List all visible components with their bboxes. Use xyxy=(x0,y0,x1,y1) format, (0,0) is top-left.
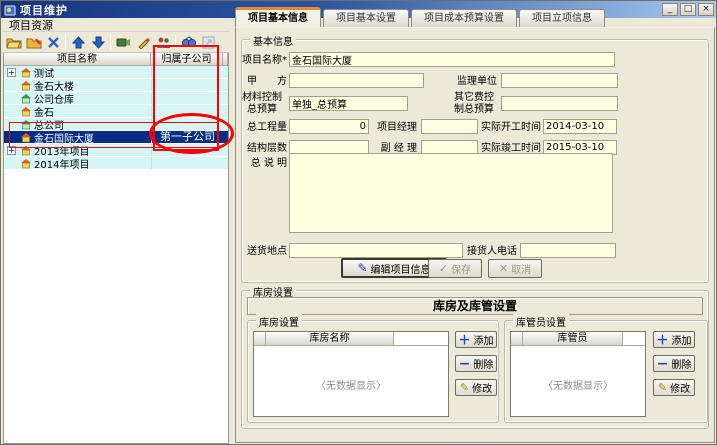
delivery-place-field[interactable] xyxy=(289,243,463,258)
expand-icon[interactable]: + xyxy=(7,146,16,155)
tab-project-approval-info[interactable]: 项目立项信息 xyxy=(519,9,605,27)
check-icon: ✓ xyxy=(439,262,448,275)
edit-note-icon: ✎ xyxy=(658,383,667,393)
party-a-field[interactable] xyxy=(289,73,424,88)
actual-start-label: 实际开工时间 xyxy=(479,122,541,134)
tree-row-company-warehouse[interactable]: 公司仓库 xyxy=(4,92,228,105)
minus-icon: − xyxy=(459,359,471,369)
app-window: 项目维护 _ □ × 项目资源 项目名称 归属子公司 + xyxy=(0,0,717,445)
floors-label: 结构层数 xyxy=(237,143,287,155)
keeper-modify-button[interactable]: ✎修改 xyxy=(653,379,695,396)
minus-icon: − xyxy=(657,359,669,369)
supervisor-field[interactable] xyxy=(501,73,618,88)
save-button[interactable]: ✓保存 xyxy=(428,259,482,278)
material-budget-field[interactable] xyxy=(289,96,408,111)
pen-icon: ✎ xyxy=(357,261,367,275)
warehouse-left-title: 库房设置 xyxy=(256,314,302,329)
search-icon[interactable] xyxy=(179,34,198,51)
house-icon xyxy=(20,158,32,169)
toolbar-separator xyxy=(65,35,66,50)
no-data-text: 〈无数据显示〉 xyxy=(254,377,448,392)
toolbar-separator xyxy=(175,35,176,50)
house-icon xyxy=(20,67,32,78)
project-manager-label: 项目经理 xyxy=(373,122,417,134)
other-budget-field[interactable] xyxy=(501,96,618,111)
users-icon[interactable] xyxy=(154,34,173,51)
house-icon xyxy=(20,80,32,91)
export-icon[interactable] xyxy=(199,34,218,51)
camera-icon[interactable] xyxy=(114,34,133,51)
keeper-group-title: 库管员设置 xyxy=(513,314,569,329)
house-icon xyxy=(20,106,32,117)
subsidiary-value: 第一子公司 xyxy=(151,131,223,143)
total-quantity-field[interactable] xyxy=(289,119,369,134)
delete-icon[interactable] xyxy=(44,34,63,51)
window-title: 项目维护 xyxy=(20,2,68,18)
keeper-remove-button[interactable]: −删除 xyxy=(653,355,695,372)
project-name-label: 项目名称* xyxy=(233,55,287,67)
total-quantity-label: 总工程量 xyxy=(237,122,287,134)
plus-icon: ＋ xyxy=(458,335,470,345)
warehouse-add-button[interactable]: ＋添加 xyxy=(455,331,497,348)
project-tree: 项目名称 归属子公司 + 测试 金石大楼 公司仓库 xyxy=(3,53,229,444)
warehouse-banner: 库房及库管设置 xyxy=(247,297,703,315)
house-icon xyxy=(20,145,32,156)
toolbar xyxy=(3,32,229,53)
receiver-phone-label: 接货人电话 xyxy=(463,246,517,258)
tree-row-test[interactable]: + 测试 xyxy=(4,66,228,79)
delivery-place-label: 送货地点 xyxy=(237,246,287,258)
tree-header: 项目名称 归属子公司 xyxy=(4,53,228,66)
app-icon xyxy=(4,4,16,16)
edit-note-icon: ✎ xyxy=(460,383,469,393)
keeper-add-button[interactable]: ＋添加 xyxy=(653,331,695,348)
warehouse-modify-button[interactable]: ✎修改 xyxy=(455,379,497,396)
column-header-project-name[interactable]: 项目名称 xyxy=(4,53,151,66)
supervisor-label: 监理单位 xyxy=(453,76,497,88)
cancel-button[interactable]: ✕取消 xyxy=(488,259,542,278)
move-up-icon[interactable] xyxy=(69,34,88,51)
group-title: 基本信息 xyxy=(250,33,296,48)
house-icon xyxy=(20,132,32,143)
tab-project-basic-settings[interactable]: 项目基本设置 xyxy=(323,9,409,27)
tree-row-jinshi-international-selected[interactable]: 金石国际大厦 第一子公司 xyxy=(4,131,228,144)
menu-bar: 项目资源 xyxy=(3,18,229,32)
tree-rows: + 测试 金石大楼 公司仓库 金石 xyxy=(4,66,228,170)
receiver-phone-field[interactable] xyxy=(520,243,616,258)
tree-row-2013-projects[interactable]: + 2013年项目 xyxy=(4,144,228,157)
plus-icon: ＋ xyxy=(656,335,668,345)
tab-project-basic-info[interactable]: 项目基本信息 xyxy=(235,7,321,27)
tab-cost-budget-settings[interactable]: 项目成本预算设置 xyxy=(411,9,517,27)
project-name-field[interactable] xyxy=(289,52,615,67)
tree-row-2014-projects[interactable]: 2014年项目 xyxy=(4,157,228,170)
expand-icon[interactable]: + xyxy=(7,68,16,77)
tree-row-jinshi[interactable]: 金石 xyxy=(4,105,228,118)
description-label: 总 说 明 xyxy=(237,158,287,170)
other-budget-label: 其它费控 制总预算 xyxy=(451,92,497,116)
green-house-icon xyxy=(20,119,32,130)
no-data-text: 〈无数据显示〉 xyxy=(511,377,645,392)
menu-item-project-resources[interactable]: 项目资源 xyxy=(3,17,59,33)
keeper-column-header[interactable]: 库管员 xyxy=(523,332,623,345)
actual-start-field[interactable] xyxy=(543,119,617,134)
warehouse-name-column-header[interactable]: 库房名称 xyxy=(266,332,394,345)
column-header-subsidiary[interactable]: 归属子公司 xyxy=(151,53,223,66)
toolbar-separator xyxy=(110,35,111,50)
move-down-icon[interactable] xyxy=(89,34,108,51)
warehouse-remove-button[interactable]: −删除 xyxy=(455,355,497,372)
warehouse-table[interactable]: 库房名称 〈无数据显示〉 xyxy=(253,331,449,417)
material-budget-label: 材料控制 总预算 xyxy=(237,92,287,116)
project-manager-field[interactable] xyxy=(421,119,478,134)
description-field[interactable] xyxy=(289,153,613,233)
tab-strip: 项目基本信息 项目基本设置 项目成本预算设置 项目立项信息 xyxy=(235,7,715,27)
x-icon: ✕ xyxy=(499,262,508,275)
tree-row-jinshi-building[interactable]: 金石大楼 xyxy=(4,79,228,92)
pen-icon[interactable] xyxy=(134,34,153,51)
party-a-label: 甲 方 xyxy=(233,76,287,88)
edit-folder-icon[interactable] xyxy=(24,34,43,51)
open-folder-icon[interactable] xyxy=(4,34,23,51)
green-house-icon xyxy=(20,93,32,104)
keeper-table[interactable]: 库管员 〈无数据显示〉 xyxy=(510,331,646,417)
